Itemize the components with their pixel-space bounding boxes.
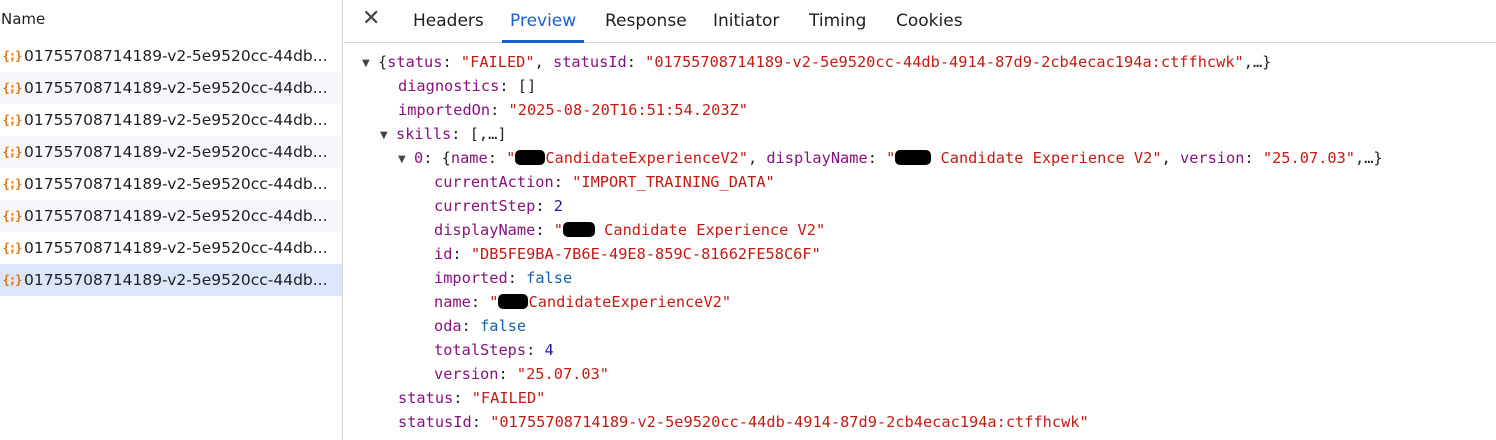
expand-triangle-icon[interactable]: ▼ [362, 52, 378, 76]
json-icon: {;} [2, 81, 23, 95]
request-name: 01755708714189-v2-5e9520cc-44db... [24, 143, 328, 161]
tab-initiator[interactable]: Initiator [713, 0, 779, 42]
request-name: 01755708714189-v2-5e9520cc-44db... [24, 111, 328, 129]
json-icon: {;} [2, 145, 23, 159]
json-icon: {;} [2, 113, 23, 127]
json-prop-imported: imported: false [434, 269, 573, 287]
request-row[interactable]: {;} 01755708714189-v2-5e9520cc-44db... [0, 168, 342, 200]
tab-timing[interactable]: Timing [809, 0, 866, 42]
request-row-selected[interactable]: {;} 01755708714189-v2-5e9520cc-44db... [0, 264, 342, 296]
request-name: 01755708714189-v2-5e9520cc-44db... [24, 175, 328, 193]
tab-headers[interactable]: Headers [413, 0, 484, 42]
json-prop-skills[interactable]: ▼ skills: [,…] [380, 122, 507, 146]
json-icon: {;} [2, 241, 23, 255]
redaction-mark [515, 150, 546, 165]
request-list: Name {;} 01755708714189-v2-5e9520cc-44db… [0, 0, 343, 440]
request-row[interactable]: {;} 01755708714189-v2-5e9520cc-44db... [0, 40, 342, 72]
request-row[interactable]: {;} 01755708714189-v2-5e9520cc-44db... [0, 104, 342, 136]
json-icon: {;} [2, 273, 23, 287]
json-icon: {;} [2, 177, 23, 191]
request-row[interactable]: {;} 01755708714189-v2-5e9520cc-44db... [0, 232, 342, 264]
request-detail-panel: ✕ Headers Preview Response Initiator Tim… [344, 0, 1496, 440]
json-prop-id: id: "DB5FE9BA-7B6E-49E8-859C-81662FE58C6… [434, 245, 821, 263]
json-prop-version: version: "25.07.03" [434, 365, 609, 383]
json-root-line[interactable]: ▼ {status: "FAILED", statusId: "017557087… [362, 50, 1271, 74]
detail-tabbar: ✕ Headers Preview Response Initiator Tim… [344, 0, 1496, 43]
request-name: 01755708714189-v2-5e9520cc-44db... [24, 271, 328, 289]
request-row[interactable]: {;} 01755708714189-v2-5e9520cc-44db... [0, 200, 342, 232]
tab-response[interactable]: Response [605, 0, 687, 42]
json-prop-status: status: "FAILED" [398, 389, 546, 407]
json-prop-currentstep: currentStep: 2 [434, 197, 563, 215]
request-name: 01755708714189-v2-5e9520cc-44db... [24, 207, 328, 225]
json-prop-name: name: " CandidateExperienceV2" [434, 293, 732, 311]
expand-triangle-icon[interactable]: ▼ [398, 148, 414, 172]
json-prop-statusid: statusId: "01755708714189-v2-5e9520cc-44… [398, 413, 1089, 431]
request-name: 01755708714189-v2-5e9520cc-44db... [24, 239, 328, 257]
json-prop-totalsteps: totalSteps: 4 [434, 341, 554, 359]
json-prop-importedon: importedOn: "2025-08-20T16:51:54.203Z" [398, 101, 748, 119]
redaction-mark [562, 222, 595, 237]
json-prop-diagnostics: diagnostics: [] [398, 77, 537, 95]
tab-preview[interactable]: Preview [501, 0, 585, 43]
tab-cookies[interactable]: Cookies [896, 0, 963, 42]
request-name: 01755708714189-v2-5e9520cc-44db... [24, 47, 328, 65]
request-row[interactable]: {;} 01755708714189-v2-5e9520cc-44db... [0, 72, 342, 104]
json-prop-displayname: displayName: " Candidate Experience V2" [434, 221, 826, 239]
request-name: 01755708714189-v2-5e9520cc-44db... [24, 79, 328, 97]
redaction-mark [895, 150, 932, 165]
request-row[interactable]: {;} 01755708714189-v2-5e9520cc-44db... [0, 136, 342, 168]
json-skill-0-line[interactable]: ▼ 0: {name: " CandidateExperienceV2", disp… [398, 146, 1383, 170]
json-prop-currentaction: currentAction: "IMPORT_TRAINING_DATA" [434, 173, 775, 191]
expand-triangle-icon[interactable]: ▼ [380, 124, 396, 148]
close-icon[interactable]: ✕ [362, 6, 380, 31]
json-icon: {;} [2, 209, 23, 223]
name-column-header[interactable]: Name [0, 0, 342, 40]
json-prop-oda: oda: false [434, 317, 527, 335]
redaction-mark [498, 294, 529, 309]
json-icon: {;} [2, 49, 23, 63]
